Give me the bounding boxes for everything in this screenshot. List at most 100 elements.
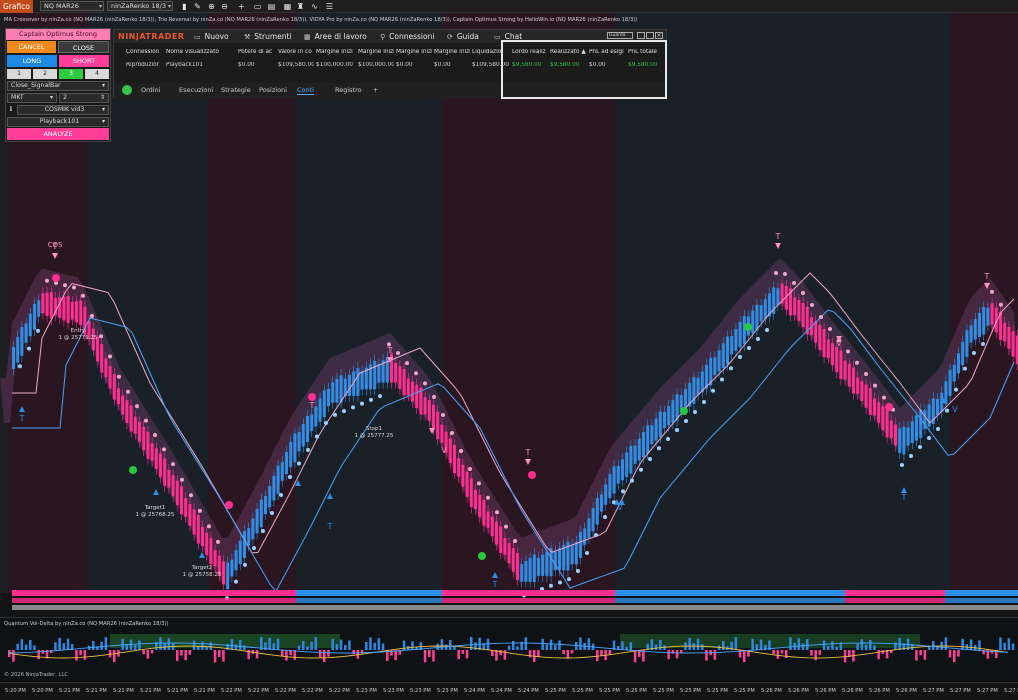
crosshair-icon[interactable]: + xyxy=(237,2,246,11)
indicator-icon[interactable]: ∿ xyxy=(310,2,319,11)
grid-header[interactable]: Margine inizi xyxy=(316,49,356,55)
volume-bar xyxy=(163,642,166,650)
volume-bar xyxy=(776,650,780,659)
grid-header[interactable]: Margine inizi xyxy=(396,49,432,55)
grid-header[interactable]: Nome visualizzato xyxy=(166,49,236,55)
signal-select[interactable]: Close_SignalBar ▾ xyxy=(7,81,109,91)
grid-header[interactable]: Margine inizi xyxy=(358,49,394,55)
time-tick-label: 5:22 PM xyxy=(221,688,242,694)
volume-bar xyxy=(503,650,507,660)
volume-bar xyxy=(545,644,549,650)
strategy-icon[interactable]: ♜ xyxy=(296,2,305,11)
price-chart[interactable]: T T T T V V T T T T T T V V COS Entry 1 @ 25779.25 Target… xyxy=(0,13,1018,616)
analyze-button[interactable]: ANALYZE xyxy=(7,128,109,140)
grid-header[interactable]: Potere di ac xyxy=(238,49,276,55)
properties-icon[interactable]: ▤ xyxy=(267,2,276,11)
time-axis[interactable]: 5:20 PM 5:20 PM 5:21 PM 5:21 PM 5:21 PM 5:21 … xyxy=(0,682,1018,700)
grid-header[interactable]: Valore in co xyxy=(278,49,314,55)
volume-bar xyxy=(12,650,15,662)
signal-label: T xyxy=(492,580,498,589)
volume-bar xyxy=(29,640,32,650)
menu-strumenti[interactable]: ⚒ Strumenti xyxy=(244,32,292,41)
volume-bar xyxy=(537,650,540,657)
window-title-button[interactable]: Guarda xyxy=(607,32,633,39)
trend-dot xyxy=(144,418,148,423)
menu-guida[interactable]: ⟳ Guida xyxy=(447,32,479,41)
long-button[interactable]: LONG xyxy=(7,55,57,67)
order-type-select[interactable]: MKT ▾ xyxy=(7,93,57,103)
trend-dot xyxy=(171,462,175,467)
volume-bar xyxy=(138,640,141,650)
add-tab-button[interactable]: + xyxy=(373,86,378,94)
maximize-icon[interactable] xyxy=(646,32,654,39)
trend-dot xyxy=(72,285,76,290)
time-tick-label: 5:21 PM xyxy=(113,688,134,694)
quantity-input[interactable]: 2 ⇕ xyxy=(59,93,109,103)
cancel-button[interactable]: CANCEL xyxy=(7,41,56,53)
bar-type-label: ninZaRenko 18/3 xyxy=(111,2,166,10)
menu-connessioni[interactable]: ⚲ Connessioni xyxy=(380,32,434,41)
qty-3-button[interactable]: 3 xyxy=(59,69,83,79)
trend-dot xyxy=(567,577,571,582)
short-button[interactable]: SHORT xyxy=(59,55,109,67)
volume-bar xyxy=(327,650,330,657)
stepper-icon: ⇕ xyxy=(99,94,105,101)
qty-2-button[interactable]: 2 xyxy=(33,69,57,79)
template-icon[interactable]: ▦ xyxy=(283,2,292,11)
close-button[interactable]: CLOSE xyxy=(58,41,109,53)
close-icon[interactable]: × xyxy=(655,32,663,39)
account-select[interactable]: Playback101 ▾ xyxy=(7,117,109,127)
volume-bar xyxy=(596,650,599,661)
trend-dot xyxy=(153,433,157,437)
trend-dot xyxy=(279,493,283,497)
atm-select[interactable]: COSMIK vid3 ▾ xyxy=(17,105,109,115)
qty-4-button[interactable]: 4 xyxy=(85,69,109,79)
zoom-in-icon[interactable]: ⊕ xyxy=(207,2,216,11)
minimize-icon[interactable] xyxy=(637,32,645,39)
bar-style-icon[interactable]: ▮ xyxy=(180,2,189,11)
scroll-icon[interactable]: ▭ xyxy=(253,2,262,11)
volume-bar xyxy=(948,650,952,658)
menu-aree-di-lavoro[interactable]: ▦ Aree di lavoro xyxy=(304,32,367,41)
target2-label: Target2 xyxy=(191,565,213,571)
volume-bar xyxy=(512,641,515,650)
draw-icon[interactable]: ✎ xyxy=(193,2,202,11)
grid-header[interactable]: Connession xyxy=(126,49,164,55)
volume-bar xyxy=(377,638,381,650)
tab-registro[interactable]: Registro xyxy=(335,86,362,94)
ninjatrader-logo: NINJATRADER xyxy=(118,32,185,41)
volume-bar xyxy=(188,650,192,655)
info-icon[interactable]: ℹ xyxy=(6,104,16,116)
instrument-selector[interactable]: NQ MAR26 ▾ xyxy=(40,1,104,11)
volume-bar xyxy=(566,650,570,659)
volume-bar xyxy=(281,650,284,656)
trend-dot xyxy=(828,327,832,331)
trend-dot xyxy=(36,328,40,333)
trend-dot xyxy=(684,419,688,423)
volume-bar xyxy=(1011,643,1015,650)
signal-label: T xyxy=(387,346,393,355)
bar-type-selector[interactable]: ninZaRenko 18/3 ▾ xyxy=(107,1,173,11)
volume-bar xyxy=(339,639,343,650)
tab-esecuzioni[interactable]: Esecuzioni xyxy=(179,86,213,94)
trend-dot xyxy=(396,351,400,355)
tab-grafico[interactable]: Grafico xyxy=(0,0,33,13)
volume-bar xyxy=(999,637,1002,650)
tab-strategie[interactable]: Strategie xyxy=(221,86,251,94)
grid-cell: $0.00 xyxy=(396,62,413,68)
grid-header[interactable]: Margine inizi xyxy=(434,49,470,55)
tab-posizioni[interactable]: Posizioni xyxy=(259,86,287,94)
list-icon[interactable]: ☰ xyxy=(325,2,334,11)
volume-bar xyxy=(222,650,225,662)
signal-label: T xyxy=(525,448,531,457)
volume-bar xyxy=(449,640,452,650)
volume-bar xyxy=(318,650,322,658)
menu-nuovo[interactable]: ▭ Nuovo xyxy=(194,32,229,41)
qty-1-button[interactable]: 1 xyxy=(7,69,31,79)
tab-ordini[interactable]: Ordini xyxy=(141,86,161,94)
time-tick-label: 5:25 PM xyxy=(545,688,566,694)
zoom-out-icon[interactable]: ⊖ xyxy=(220,2,229,11)
volume-bar xyxy=(75,650,78,661)
tab-conti[interactable]: Conti xyxy=(297,86,314,95)
signal-marker xyxy=(885,403,893,411)
